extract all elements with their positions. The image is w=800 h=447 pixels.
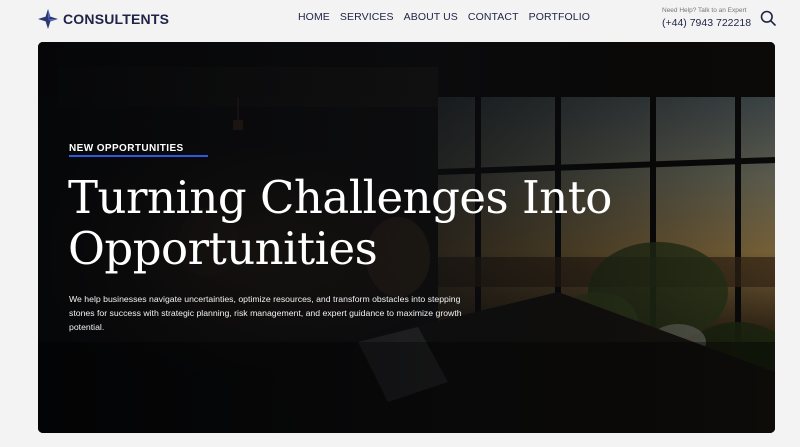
phone-link[interactable]: (+44) 7943 722218 bbox=[662, 17, 751, 29]
site-header: CONSULTENTS HOME SERVICES ABOUT US CONTA… bbox=[0, 0, 800, 40]
nav-portfolio[interactable]: PORTFOLIO bbox=[529, 11, 590, 23]
nav-home[interactable]: HOME bbox=[298, 11, 330, 23]
nav-about-us[interactable]: ABOUT US bbox=[404, 11, 458, 23]
hero-banner: NEW OPPORTUNITIES Turning Challenges Int… bbox=[38, 42, 775, 433]
four-point-star-icon bbox=[38, 9, 58, 29]
main-nav: HOME SERVICES ABOUT US CONTACT PORTFOLIO bbox=[298, 11, 590, 23]
hero-description: We help businesses navigate uncertaintie… bbox=[69, 294, 462, 332]
help-text: Need Help? Talk to an Expert bbox=[662, 7, 747, 14]
header-contact: Need Help? Talk to an Expert (+44) 7943 … bbox=[662, 7, 751, 29]
brand-logo[interactable]: CONSULTENTS bbox=[38, 8, 169, 30]
nav-services[interactable]: SERVICES bbox=[340, 11, 394, 23]
hero-headline: Turning Challenges Into Opportunities bbox=[68, 171, 612, 275]
brand-name: CONSULTENTS bbox=[63, 11, 170, 27]
search-icon[interactable] bbox=[760, 10, 776, 26]
hero-eyebrow: NEW OPPORTUNITIES bbox=[69, 143, 184, 154]
eyebrow-underline bbox=[69, 155, 208, 157]
nav-contact[interactable]: CONTACT bbox=[468, 11, 519, 23]
